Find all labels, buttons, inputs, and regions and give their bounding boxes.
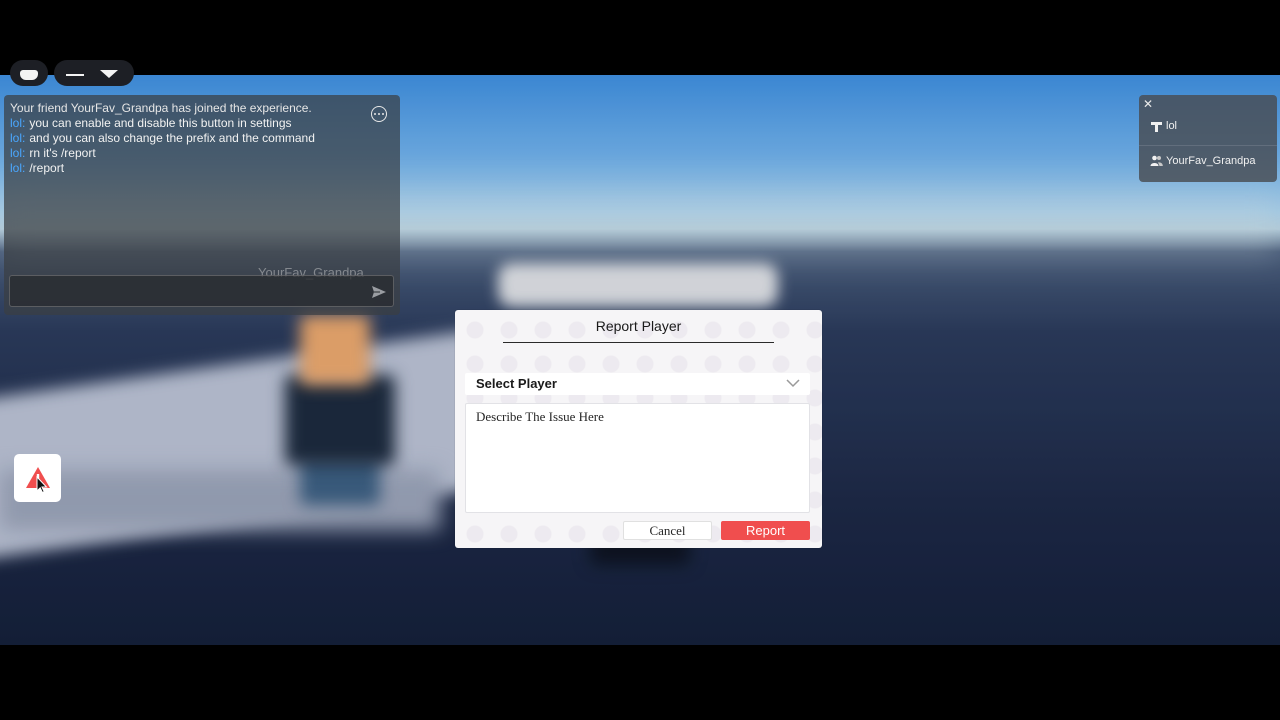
player-list-item[interactable]: lol: [1139, 111, 1277, 141]
ellipsis-icon[interactable]: [371, 106, 387, 122]
close-icon[interactable]: ✕: [1143, 97, 1153, 111]
chat-text: /report: [29, 161, 65, 175]
chat-speaker[interactable]: lol:: [10, 116, 25, 130]
chat-message: lol: and you can also change the prefix a…: [10, 131, 370, 146]
letterbox-bottom: [0, 645, 1280, 720]
chat-text: you can enable and disable this button i…: [29, 116, 292, 130]
chat-system-message: Your friend YourFav_Grandpa has joined t…: [10, 101, 312, 115]
player-name: YourFav_Grandpa: [1166, 154, 1256, 167]
cancel-button[interactable]: Cancel: [623, 521, 712, 540]
hamburger-icon: [66, 74, 84, 76]
player-list-item[interactable]: YourFav_Grandpa: [1139, 145, 1277, 175]
player-name: lol: [1166, 120, 1178, 132]
send-icon[interactable]: [371, 284, 387, 300]
issue-description-input[interactable]: Describe The Issue Here: [465, 403, 810, 513]
chat-message-list: Your friend YourFav_Grandpa has joined t…: [10, 101, 370, 176]
chat-text: and you can also change the prefix and t…: [29, 131, 315, 145]
report-button[interactable]: Report: [721, 521, 810, 540]
player-list: ✕ lol YourFav_Grandpa: [1139, 95, 1277, 182]
topbar-menu-button[interactable]: [54, 60, 134, 86]
warning-icon: [25, 467, 50, 493]
chat-speaker[interactable]: lol:: [10, 131, 25, 145]
report-launcher-button[interactable]: [14, 454, 61, 502]
chat-speaker[interactable]: lol:: [10, 146, 25, 160]
chat-window[interactable]: Your friend YourFav_Grandpa has joined t…: [4, 95, 400, 315]
select-player-dropdown[interactable]: Select Player: [465, 373, 810, 395]
chat-input[interactable]: [9, 275, 394, 307]
chat-message: lol: you can enable and disable this butt…: [10, 116, 370, 131]
chat-speaker[interactable]: lol:: [10, 161, 25, 175]
premium-icon: [1151, 121, 1162, 132]
chat-message: lol: rn it's /report: [10, 146, 370, 161]
chevron-down-icon: [100, 70, 118, 78]
friends-icon: [1150, 155, 1163, 166]
roblox-menu-button[interactable]: [10, 60, 48, 86]
title-divider: [503, 342, 774, 343]
chevron-down-icon: [786, 379, 800, 388]
letterbox-top: [0, 0, 1280, 75]
dialog-title: Report Player: [595, 318, 682, 334]
chat-message: lol: /report: [10, 161, 370, 176]
report-player-dialog: Report Player Select Player Describe The…: [455, 310, 822, 548]
select-player-label: Select Player: [476, 376, 557, 391]
roblox-logo-icon: [20, 70, 38, 80]
chat-text: rn it's /report: [29, 146, 96, 160]
